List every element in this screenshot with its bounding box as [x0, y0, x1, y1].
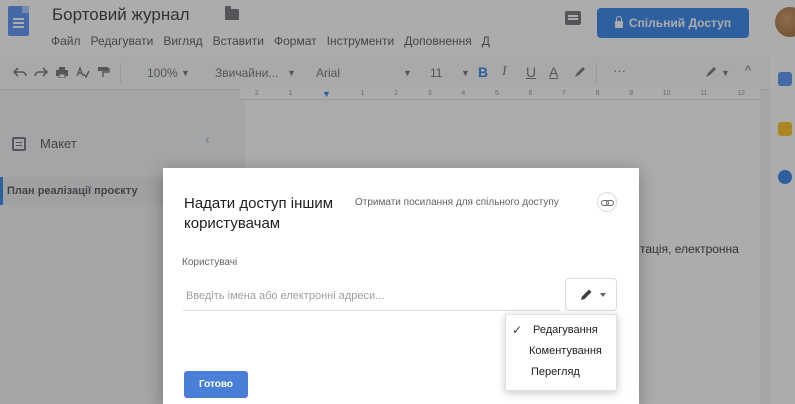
permission-option-label: Коментування	[529, 345, 602, 357]
users-label: Користувачі	[182, 257, 238, 268]
people-input[interactable]	[183, 281, 560, 311]
edit-pencil-icon	[581, 289, 592, 300]
checkmark-icon: ✓	[512, 323, 523, 337]
link-icon[interactable]	[597, 192, 617, 212]
permission-option-label: Перегляд	[531, 366, 580, 378]
done-button[interactable]: Готово	[184, 371, 248, 398]
get-link-button[interactable]: Отримати посилання для спільного доступу	[355, 197, 559, 208]
permission-option-edit[interactable]: ✓ Редагування	[506, 320, 616, 341]
share-dialog: Надати доступ іншим користувачам Отримат…	[163, 168, 639, 404]
permission-menu: ✓ Редагування Коментування Перегляд	[505, 314, 617, 391]
chevron-down-icon	[600, 293, 606, 297]
permission-option-label: Редагування	[533, 324, 598, 336]
permission-option-view[interactable]: Перегляд	[506, 362, 616, 383]
dialog-title: Надати доступ іншим користувачам	[184, 195, 334, 232]
permission-button[interactable]	[565, 278, 617, 311]
permission-option-comment[interactable]: Коментування	[506, 341, 616, 362]
